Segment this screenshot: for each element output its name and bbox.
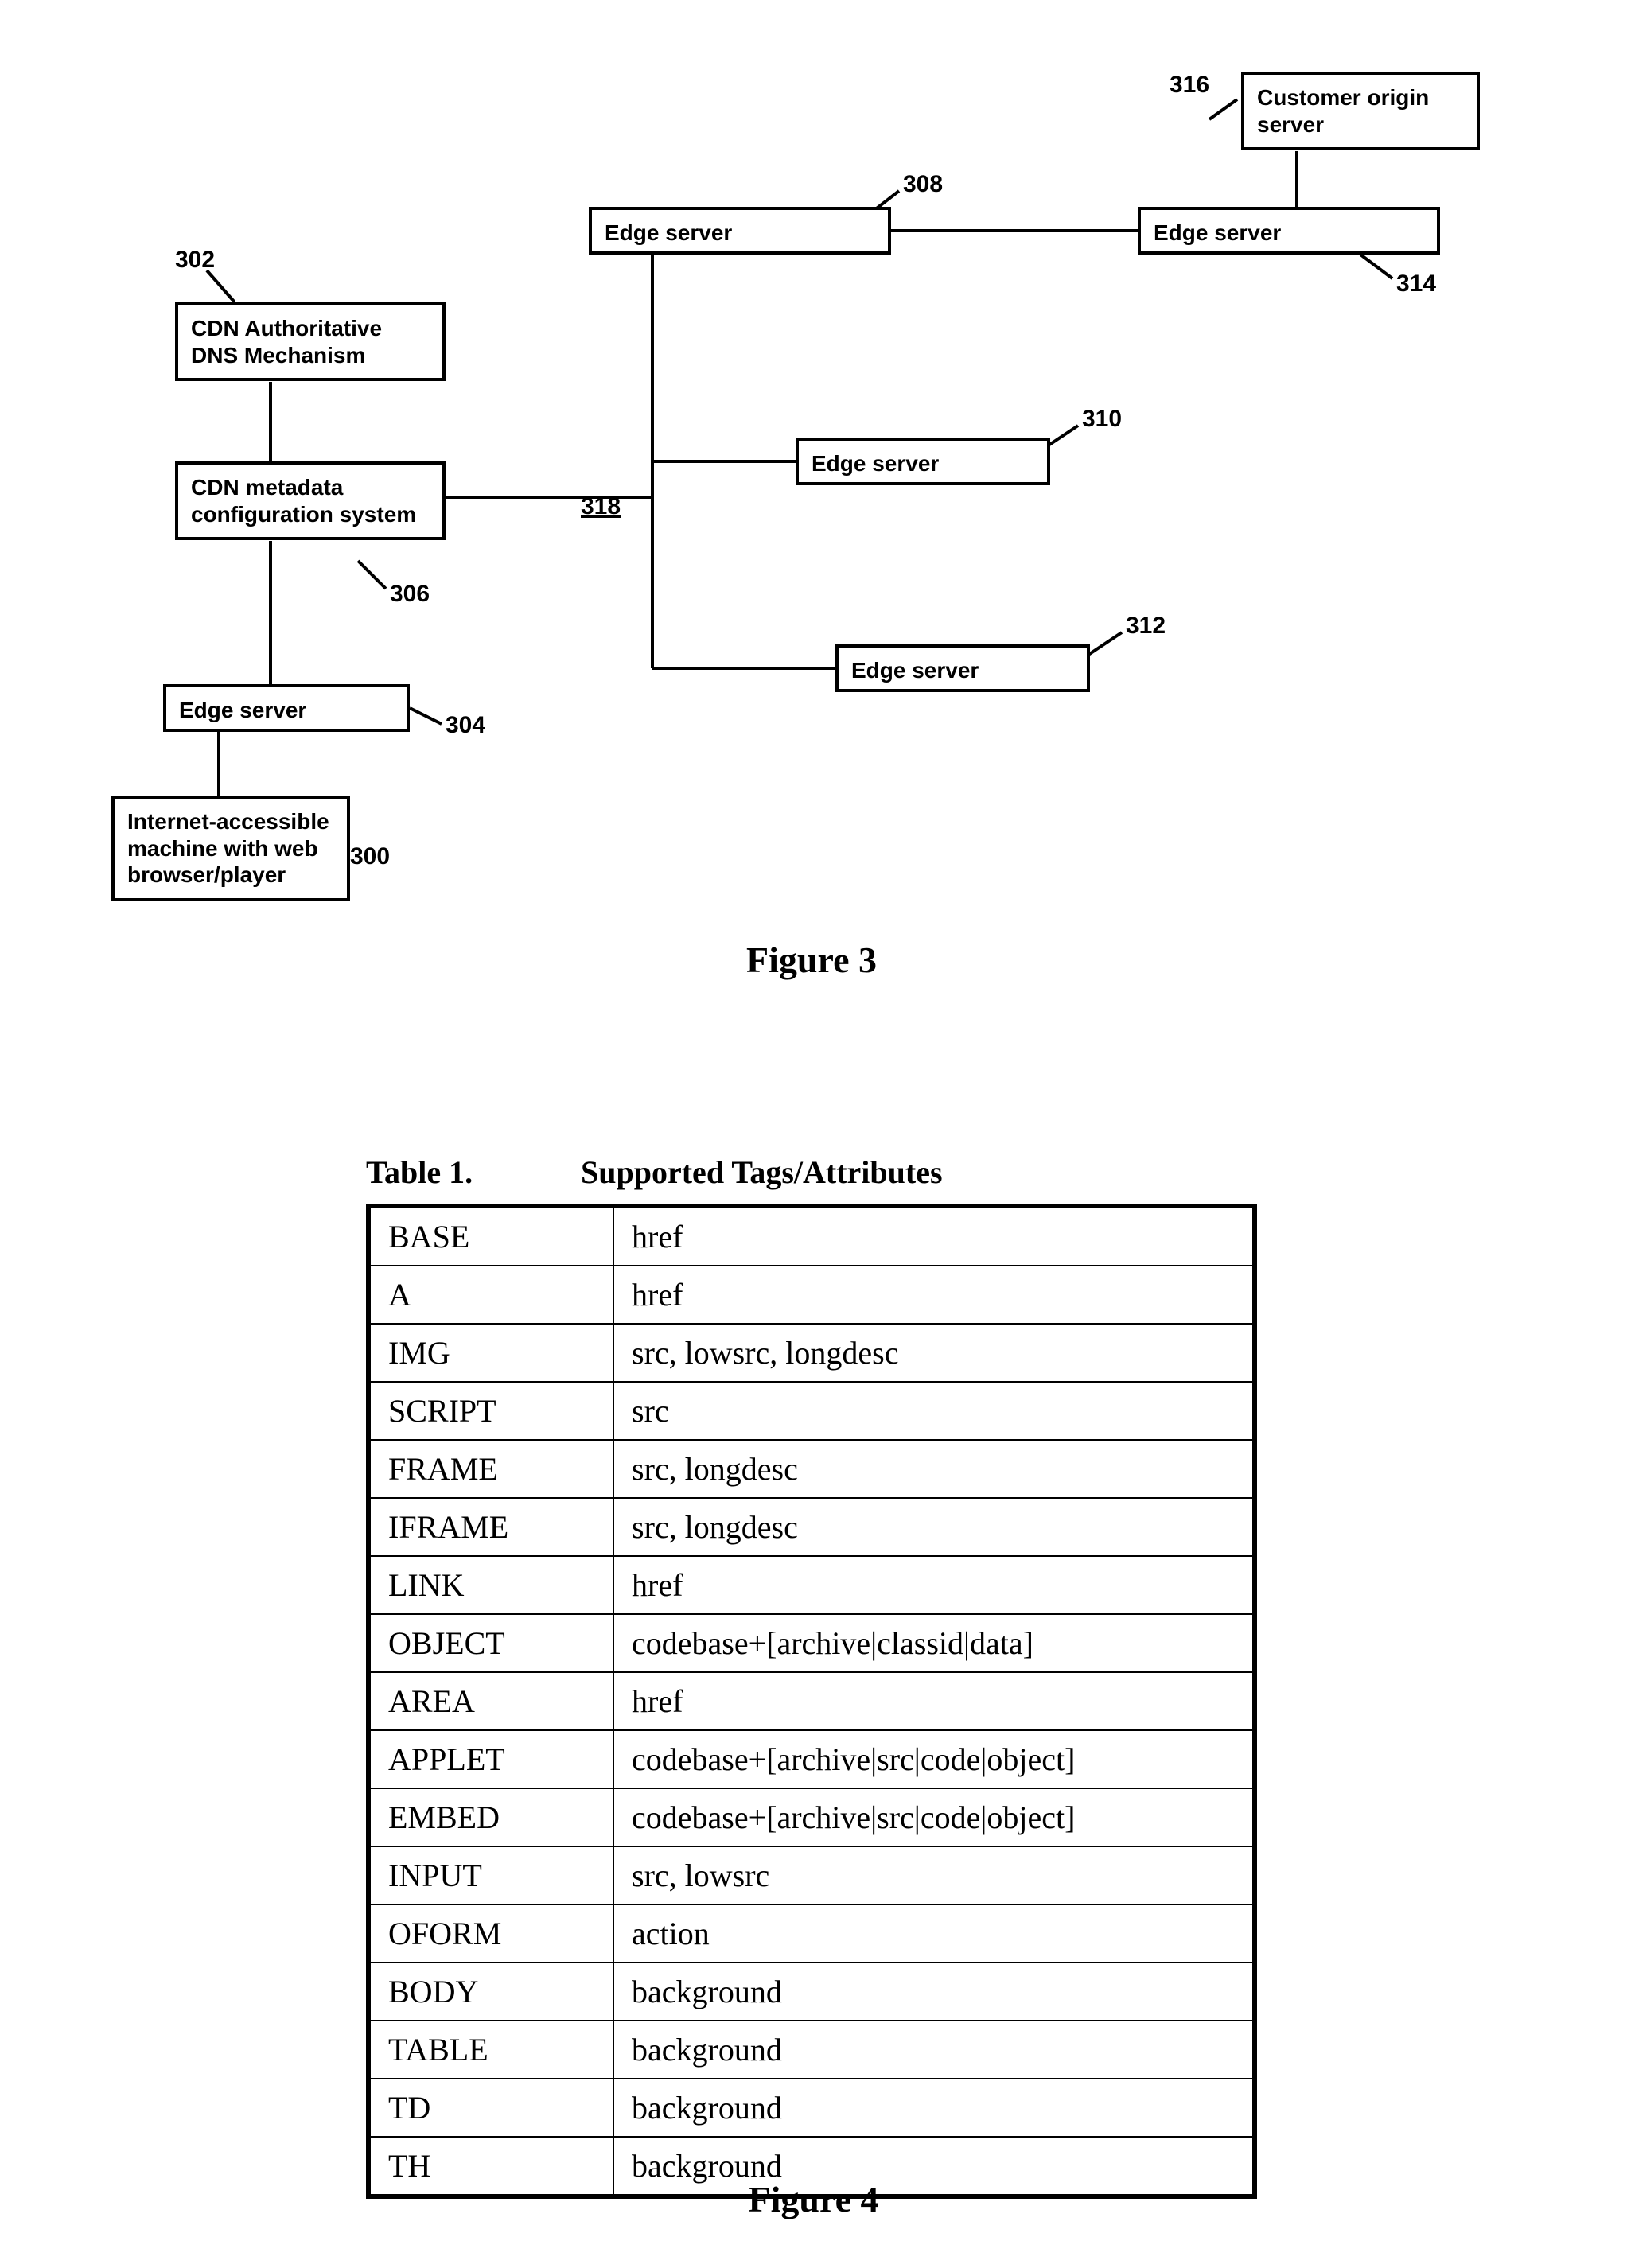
ref-300: 300 xyxy=(350,843,390,870)
ref-306: 306 xyxy=(390,581,430,608)
cell-tag: LINK xyxy=(368,1556,613,1614)
cell-tag: TD xyxy=(368,2079,613,2137)
box-edge-310-text: Edge server xyxy=(812,451,939,476)
page: CDN Authoritative DNS Mechanism 302 CDN … xyxy=(0,0,1627,2268)
cell-attrs: background xyxy=(613,2137,1255,2196)
table-row: IFRAMEsrc, longdesc xyxy=(368,1498,1255,1556)
cell-tag: A xyxy=(368,1266,613,1324)
cell-attrs: src xyxy=(613,1382,1255,1440)
table-row: Ahref xyxy=(368,1266,1255,1324)
ref-310: 310 xyxy=(1082,406,1122,433)
table-row: OBJECTcodebase+[archive|classid|data] xyxy=(368,1614,1255,1672)
cell-attrs: href xyxy=(613,1672,1255,1730)
table-row: AREAhref xyxy=(368,1672,1255,1730)
box-origin: Customer origin server xyxy=(1241,72,1480,150)
table-row: BASEhref xyxy=(368,1206,1255,1266)
cell-tag: OBJECT xyxy=(368,1614,613,1672)
table-caption-title: Supported Tags/Attributes xyxy=(581,1154,943,1190)
box-edge-312-text: Edge server xyxy=(851,658,979,683)
cell-attrs: src, lowsrc, longdesc xyxy=(613,1324,1255,1382)
cell-tag: EMBED xyxy=(368,1788,613,1846)
box-edge-312: Edge server xyxy=(835,644,1090,692)
figure3-diagram: CDN Authoritative DNS Mechanism 302 CDN … xyxy=(95,95,1528,971)
cell-attrs: codebase+[archive|src|code|object] xyxy=(613,1788,1255,1846)
box-edge-304-text: Edge server xyxy=(179,698,306,722)
box-cdn-dns-text: CDN Authoritative DNS Mechanism xyxy=(191,316,382,368)
table-row: BODYbackground xyxy=(368,1963,1255,2021)
ref-318: 318 xyxy=(581,493,621,520)
cell-tag: OFORM xyxy=(368,1904,613,1963)
table-row: OFORMaction xyxy=(368,1904,1255,1963)
table-row: LINKhref xyxy=(368,1556,1255,1614)
ref-302: 302 xyxy=(175,247,215,274)
box-client: Internet-accessible machine with web bro… xyxy=(111,796,350,901)
box-edge-308: Edge server xyxy=(589,207,891,255)
cell-attrs: href xyxy=(613,1266,1255,1324)
ref-314: 314 xyxy=(1396,270,1436,298)
figure4-section: Table 1. Supported Tags/Attributes BASEh… xyxy=(366,1153,1257,2199)
cell-tag: IFRAME xyxy=(368,1498,613,1556)
table-caption: Table 1. Supported Tags/Attributes xyxy=(366,1153,1257,1191)
box-origin-text: Customer origin server xyxy=(1257,85,1429,137)
cell-tag: AREA xyxy=(368,1672,613,1730)
cell-attrs: background xyxy=(613,1963,1255,2021)
cell-tag: BASE xyxy=(368,1206,613,1266)
cell-attrs: codebase+[archive|classid|data] xyxy=(613,1614,1255,1672)
ref-316: 316 xyxy=(1170,72,1209,99)
table-row: APPLETcodebase+[archive|src|code|object] xyxy=(368,1730,1255,1788)
cell-attrs: action xyxy=(613,1904,1255,1963)
table-row: IMGsrc, lowsrc, longdesc xyxy=(368,1324,1255,1382)
cell-attrs: href xyxy=(613,1206,1255,1266)
figure3-title: Figure 3 xyxy=(692,939,931,981)
figure4-title: Figure 4 xyxy=(749,2178,879,2220)
cell-tag: BODY xyxy=(368,1963,613,2021)
cell-tag: FRAME xyxy=(368,1440,613,1498)
box-cdn-metadata-text: CDN metadata configuration system xyxy=(191,475,416,527)
cell-tag: TABLE xyxy=(368,2021,613,2079)
table-row: SCRIPTsrc xyxy=(368,1382,1255,1440)
box-edge-314: Edge server xyxy=(1138,207,1440,255)
box-edge-304: Edge server xyxy=(163,684,410,732)
cell-attrs: src, lowsrc xyxy=(613,1846,1255,1904)
supported-tags-table: BASEhrefAhrefIMGsrc, lowsrc, longdescSCR… xyxy=(366,1204,1257,2199)
ref-312: 312 xyxy=(1126,613,1166,640)
table-row: EMBEDcodebase+[archive|src|code|object] xyxy=(368,1788,1255,1846)
cell-attrs: src, longdesc xyxy=(613,1440,1255,1498)
cell-tag: IMG xyxy=(368,1324,613,1382)
table-caption-label: Table 1. xyxy=(366,1153,573,1191)
table-row: TDbackground xyxy=(368,2079,1255,2137)
box-edge-314-text: Edge server xyxy=(1154,220,1281,245)
cell-attrs: src, longdesc xyxy=(613,1498,1255,1556)
cell-tag: TH xyxy=(368,2137,613,2196)
table-body: BASEhrefAhrefIMGsrc, lowsrc, longdescSCR… xyxy=(368,1206,1255,2196)
cell-attrs: codebase+[archive|src|code|object] xyxy=(613,1730,1255,1788)
box-cdn-metadata: CDN metadata configuration system xyxy=(175,461,446,540)
box-cdn-dns: CDN Authoritative DNS Mechanism xyxy=(175,302,446,381)
table-row: INPUTsrc, lowsrc xyxy=(368,1846,1255,1904)
cell-attrs: background xyxy=(613,2021,1255,2079)
ref-304: 304 xyxy=(446,712,485,739)
table-row: TABLEbackground xyxy=(368,2021,1255,2079)
box-edge-308-text: Edge server xyxy=(605,220,732,245)
cell-attrs: href xyxy=(613,1556,1255,1614)
box-edge-310: Edge server xyxy=(796,438,1050,485)
table-row: FRAMEsrc, longdesc xyxy=(368,1440,1255,1498)
ref-308: 308 xyxy=(903,171,943,198)
cell-attrs: background xyxy=(613,2079,1255,2137)
cell-tag: APPLET xyxy=(368,1730,613,1788)
cell-tag: SCRIPT xyxy=(368,1382,613,1440)
box-client-text: Internet-accessible machine with web bro… xyxy=(127,809,329,887)
cell-tag: INPUT xyxy=(368,1846,613,1904)
